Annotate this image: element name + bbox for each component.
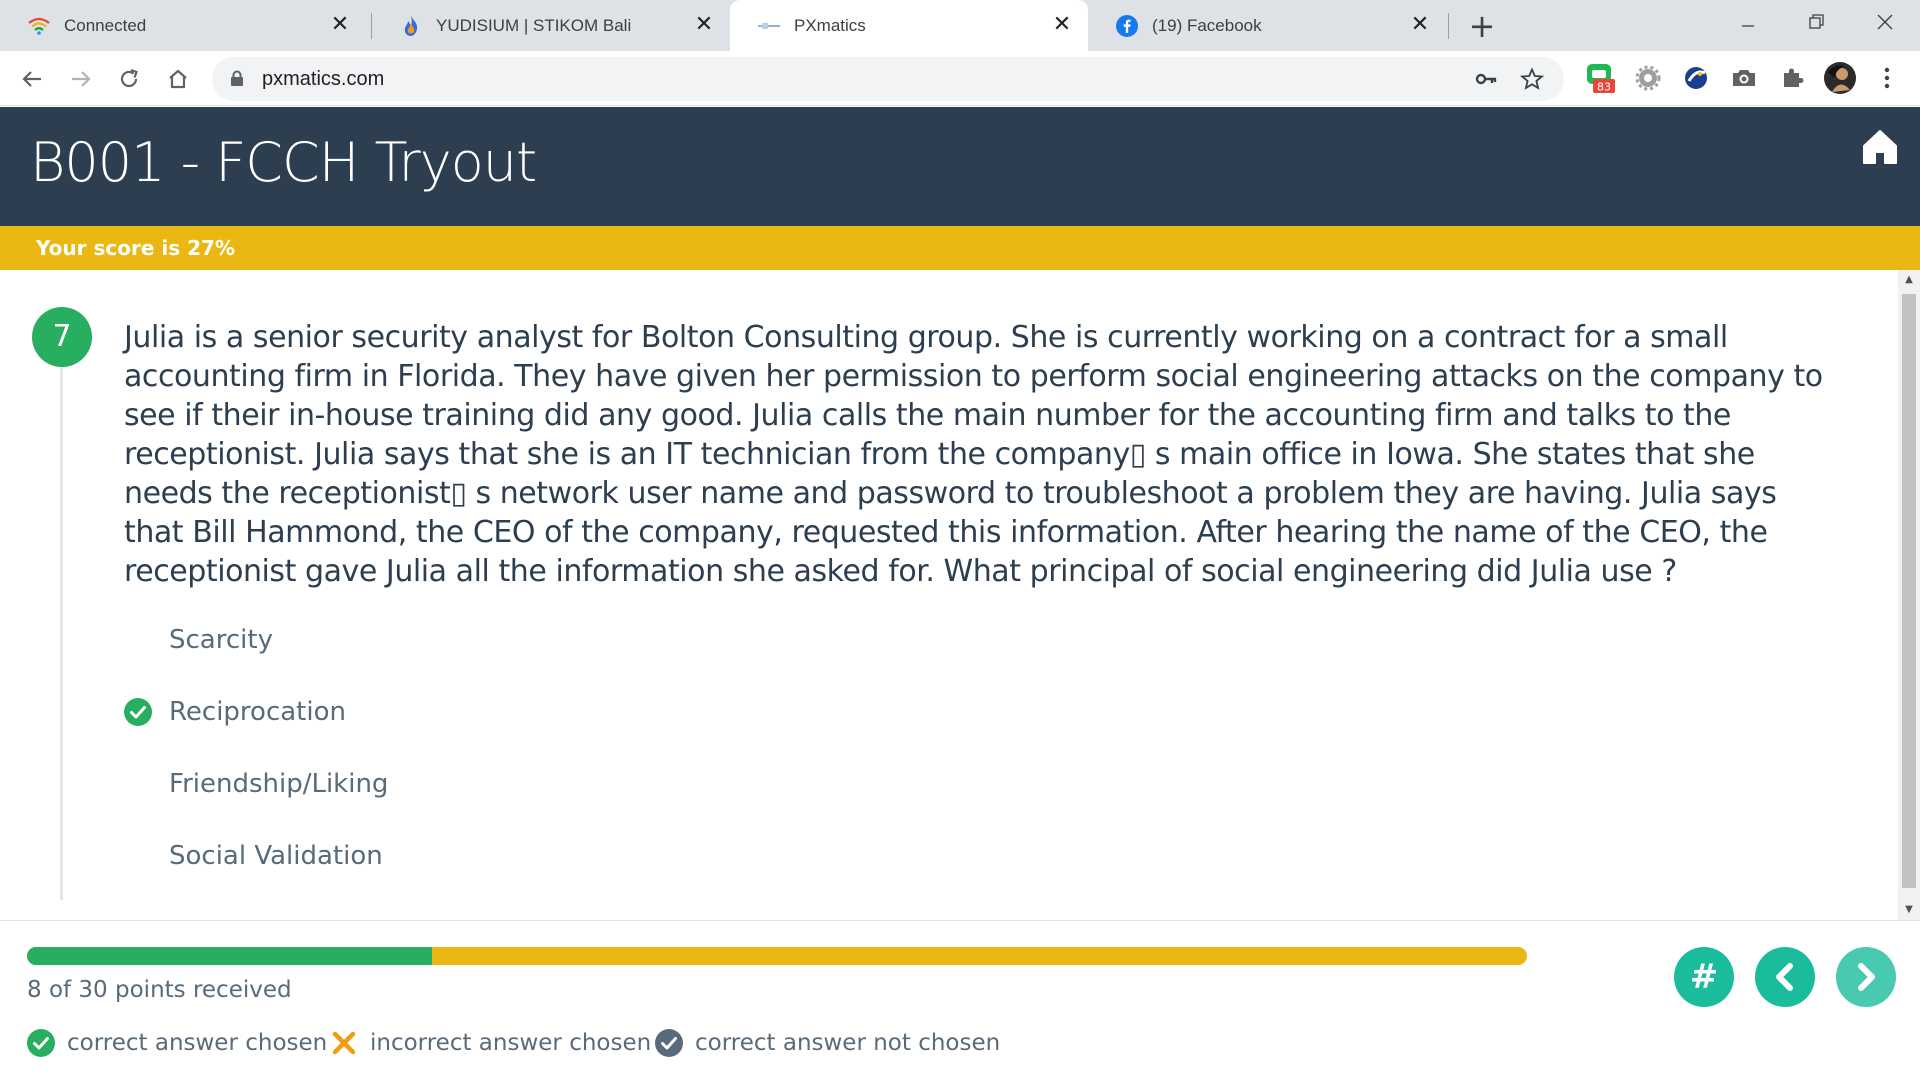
back-button[interactable] [15, 62, 49, 96]
scroll-down-arrow-icon[interactable]: ▼ [1903, 904, 1915, 916]
tab-pxmatics[interactable]: PXmatics ✕ [730, 0, 1088, 51]
legend-label: incorrect answer chosen [370, 1030, 652, 1056]
home-browser-button[interactable] [161, 62, 195, 96]
avatar[interactable] [1824, 62, 1856, 94]
home-icon[interactable] [1860, 127, 1900, 167]
previous-question-button[interactable] [1755, 947, 1815, 1007]
lock-icon [230, 70, 244, 91]
scrollbar[interactable]: ▲ ▼ [1898, 270, 1920, 920]
facebook-icon [1116, 14, 1138, 37]
legend-item: incorrect answer chosen [330, 1029, 651, 1057]
app-header: B001 - FCCH Tryout [0, 107, 1920, 226]
check-circle-gray-icon [655, 1029, 683, 1057]
legend-label: correct answer chosen [67, 1030, 328, 1056]
restore-button[interactable] [1796, 6, 1836, 40]
camera-icon[interactable] [1728, 62, 1760, 94]
url-text: pxmatics.com [262, 68, 385, 90]
scroll-up-arrow-icon[interactable]: ▲ [1903, 274, 1915, 286]
tab-title: Connected [64, 15, 147, 35]
browser-tab-strip: Connected ✕ YUDISIUM | STIKOM Bali ✕ PXm… [0, 0, 1920, 51]
close-window-button[interactable] [1865, 6, 1905, 40]
chevron-right-icon [1858, 963, 1875, 991]
check-circle-green-icon [124, 698, 152, 726]
legend-item: correct answer chosen [27, 1029, 327, 1057]
score-bar: Your score is 27% [0, 226, 1920, 270]
hash-icon: # [1689, 957, 1719, 997]
chat-extension-icon[interactable]: 83 [1584, 62, 1616, 94]
answer-label: Reciprocation [169, 697, 346, 727]
next-question-button[interactable] [1836, 947, 1896, 1007]
wifi-icon [28, 15, 50, 37]
question-panel: 7 Julia is a senior security analyst for… [0, 270, 1898, 920]
tab-facebook[interactable]: (19) Facebook ✕ [1088, 0, 1446, 51]
answer-option[interactable]: Reciprocation [124, 692, 346, 732]
forward-button[interactable] [64, 62, 98, 96]
timeline-line [60, 315, 63, 900]
answer-label: Scarcity [169, 625, 273, 655]
question-number-badge: 7 [32, 307, 92, 367]
puzzle-extensions-icon[interactable] [1776, 62, 1808, 94]
tab-title: YUDISIUM | STIKOM Bali [436, 15, 632, 35]
question-grid-button[interactable]: # [1674, 947, 1734, 1007]
key-icon[interactable] [1474, 67, 1498, 95]
answer-label: Friendship/Liking [169, 769, 389, 799]
gear-extension-icon[interactable] [1632, 62, 1664, 94]
address-bar[interactable]: pxmatics.com [212, 57, 1564, 101]
new-tab-button[interactable]: + [1464, 8, 1500, 44]
globe-extension-icon[interactable] [1680, 62, 1712, 94]
minimize-button[interactable] [1728, 6, 1768, 40]
points-progress-bar [27, 947, 1527, 965]
score-text: Your score is 27% [36, 236, 235, 260]
question-text: Julia is a senior security analyst for B… [124, 320, 1823, 589]
close-icon[interactable]: ✕ [1050, 13, 1074, 37]
legend-label: correct answer not chosen [695, 1030, 1001, 1056]
close-icon[interactable]: ✕ [1408, 13, 1432, 37]
extension-badge: 83 [1597, 81, 1611, 94]
check-circle-green-icon [27, 1029, 55, 1057]
tab-connected[interactable]: Connected ✕ [0, 0, 366, 51]
tab-title: (19) Facebook [1152, 15, 1262, 35]
cross-orange-icon [330, 1029, 358, 1057]
browser-toolbar: pxmatics.com 83 [0, 51, 1920, 106]
close-icon[interactable]: ✕ [328, 13, 352, 37]
tab-title: PXmatics [794, 15, 866, 35]
legend-item: correct answer not chosen [655, 1029, 1000, 1057]
progress-fill [27, 947, 432, 965]
chevron-left-icon [1776, 963, 1793, 991]
bookmark-star-icon[interactable] [1519, 67, 1545, 95]
flame-icon [400, 15, 422, 37]
answer-label: Social Validation [169, 841, 383, 871]
kebab-menu-icon[interactable] [1871, 62, 1903, 94]
tab-separator [1448, 13, 1449, 39]
close-icon[interactable]: ✕ [692, 13, 716, 37]
reload-button[interactable] [112, 62, 146, 96]
scrollbar-thumb[interactable] [1902, 294, 1916, 888]
points-text: 8 of 30 points received [27, 977, 292, 1003]
pxmatics-icon [758, 15, 780, 37]
tab-yudisium[interactable]: YUDISIUM | STIKOM Bali ✕ [372, 0, 730, 51]
results-footer: 8 of 30 points received correct answer c… [0, 920, 1920, 1080]
page-title: B001 - FCCH Tryout [30, 131, 537, 194]
